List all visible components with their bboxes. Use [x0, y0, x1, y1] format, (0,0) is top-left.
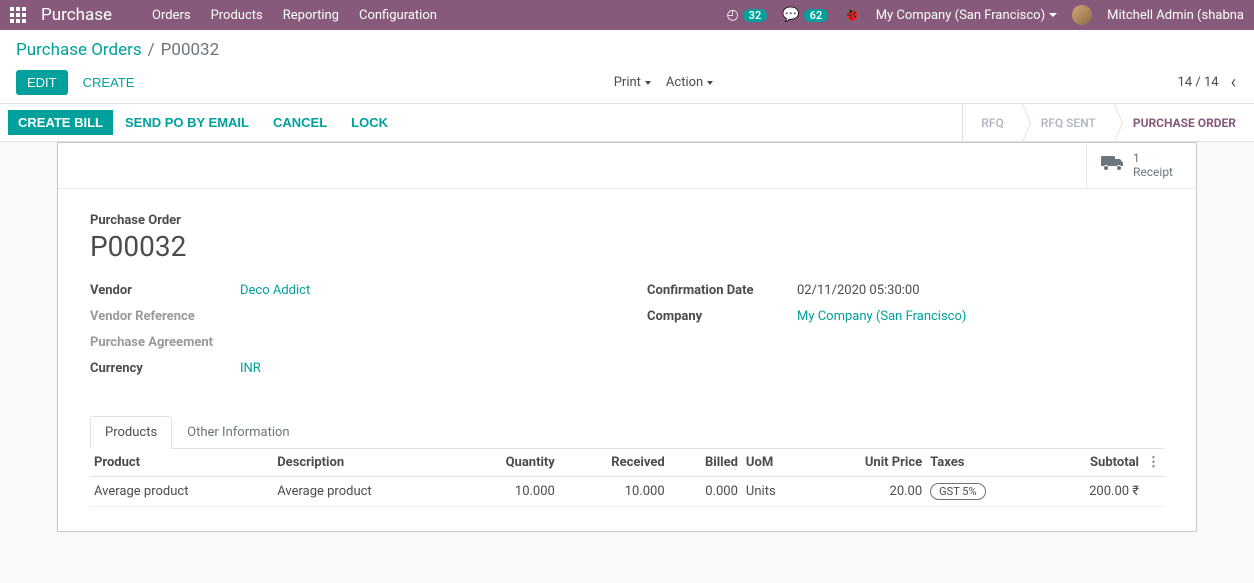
- caret-down-icon: [645, 81, 651, 85]
- th-taxes: Taxes: [926, 449, 1039, 477]
- print-dropdown[interactable]: Print: [614, 75, 651, 90]
- edit-button[interactable]: EDIT: [16, 70, 68, 95]
- cell-product: Average product: [90, 476, 273, 506]
- th-unit-price: Unit Price: [809, 449, 926, 477]
- topbar-right: ◴ 32 💬 62 🐞 My Company (San Francisco) M…: [726, 5, 1244, 25]
- messages-badge: 62: [804, 9, 829, 22]
- tabs: Products Other Information: [90, 415, 1164, 449]
- avatar[interactable]: [1072, 5, 1092, 25]
- nav-menu: Orders Products Reporting Configuration: [152, 8, 437, 23]
- tax-tag: GST 5%: [930, 483, 985, 500]
- create-bill-button[interactable]: CREATE BILL: [8, 110, 113, 135]
- debug-icon[interactable]: 🐞: [843, 7, 860, 23]
- confirm-date-label: Confirmation Date: [647, 283, 797, 303]
- breadcrumb: Purchase Orders / P00032: [16, 40, 219, 60]
- form-col-right: Confirmation Date 02/11/2020 05:30:00 Co…: [647, 283, 1164, 387]
- status-flow: RFQ RFQ SENT PURCHASE ORDER: [962, 104, 1254, 141]
- action-dropdown[interactable]: Action: [666, 75, 713, 90]
- th-subtotal: Subtotal: [1039, 449, 1143, 477]
- app-name[interactable]: Purchase: [41, 5, 112, 25]
- cell-quantity: 10.000: [456, 476, 558, 506]
- table-row[interactable]: Average product Average product 10.000 1…: [90, 476, 1164, 506]
- flow-step-rfq-sent[interactable]: RFQ SENT: [1022, 104, 1114, 141]
- action-label: Action: [666, 75, 703, 90]
- th-received: Received: [559, 449, 669, 477]
- receipt-stat-button[interactable]: 1 Receipt: [1086, 143, 1196, 188]
- nav-configuration[interactable]: Configuration: [359, 8, 437, 23]
- print-label: Print: [614, 75, 641, 90]
- title-label: Purchase Order: [90, 213, 1164, 228]
- activities-badge: 32: [743, 9, 768, 22]
- send-po-button[interactable]: SEND PO BY EMAIL: [113, 110, 261, 135]
- form-container: 1 Receipt Purchase Order P00032 Vendor D…: [0, 142, 1254, 532]
- control-panel: Purchase Orders / P00032 EDIT CREATE Pri…: [0, 30, 1254, 104]
- nav-orders[interactable]: Orders: [152, 8, 191, 23]
- flow-step-rfq[interactable]: RFQ: [962, 104, 1021, 141]
- cell-subtotal: 200.00 ₹: [1039, 476, 1143, 506]
- breadcrumb-parent[interactable]: Purchase Orders: [16, 40, 142, 60]
- truck-icon: [1101, 154, 1125, 176]
- order-lines-table: Product Description Quantity Received Bi…: [90, 449, 1164, 507]
- receipt-count: 1: [1133, 151, 1173, 165]
- cancel-button[interactable]: CANCEL: [261, 110, 339, 135]
- company-value[interactable]: My Company (San Francisco): [797, 309, 1164, 329]
- tab-other-info[interactable]: Other Information: [172, 416, 304, 449]
- flow-step-purchase-order[interactable]: PURCHASE ORDER: [1114, 104, 1254, 141]
- currency-value[interactable]: INR: [240, 361, 607, 381]
- messages-button[interactable]: 💬 62: [782, 7, 828, 23]
- breadcrumb-sep: /: [148, 40, 155, 60]
- nav-reporting[interactable]: Reporting: [283, 8, 339, 23]
- purchase-agreement-label: Purchase Agreement: [90, 335, 240, 355]
- th-product: Product: [90, 449, 273, 477]
- pager-prev[interactable]: ‹: [1229, 70, 1238, 95]
- cell-taxes: GST 5%: [926, 476, 1039, 506]
- cell-unit-price: 20.00: [809, 476, 926, 506]
- purchase-agreement-value: [240, 335, 607, 355]
- clock-icon: ◴: [726, 7, 738, 23]
- vendor-ref-value: [240, 309, 607, 329]
- record-title: P00032: [90, 230, 1164, 263]
- stat-buttons: 1 Receipt: [58, 143, 1196, 189]
- form-sheet: 1 Receipt Purchase Order P00032 Vendor D…: [57, 142, 1197, 532]
- cell-uom: Units: [742, 476, 809, 506]
- company-selector[interactable]: My Company (San Francisco): [876, 8, 1057, 23]
- confirm-date-value: 02/11/2020 05:30:00: [797, 283, 1164, 303]
- breadcrumb-current: P00032: [161, 40, 220, 60]
- company-name: My Company (San Francisco): [876, 8, 1045, 23]
- kebab-icon[interactable]: ⋮: [1147, 455, 1160, 470]
- company-label: Company: [647, 309, 797, 329]
- th-description: Description: [273, 449, 456, 477]
- cell-billed: 0.000: [669, 476, 742, 506]
- vendor-label: Vendor: [90, 283, 240, 303]
- vendor-ref-label: Vendor Reference: [90, 309, 240, 329]
- vendor-value[interactable]: Deco Addict: [240, 283, 607, 303]
- th-quantity: Quantity: [456, 449, 558, 477]
- chat-icon: 💬: [782, 7, 799, 23]
- statusbar: CREATE BILL SEND PO BY EMAIL CANCEL LOCK…: [0, 104, 1254, 142]
- create-button[interactable]: CREATE: [72, 70, 146, 95]
- apps-icon[interactable]: [10, 7, 26, 23]
- topbar: Purchase Orders Products Reporting Confi…: [0, 0, 1254, 30]
- activities-button[interactable]: ◴ 32: [726, 7, 767, 23]
- nav-products[interactable]: Products: [211, 8, 263, 23]
- cell-description: Average product: [273, 476, 456, 506]
- form-col-left: Vendor Deco Addict Vendor Reference Purc…: [90, 283, 607, 387]
- caret-down-icon: [707, 81, 713, 85]
- currency-label: Currency: [90, 361, 240, 381]
- th-uom: UoM: [742, 449, 809, 477]
- receipt-label: Receipt: [1133, 165, 1173, 179]
- tab-products[interactable]: Products: [90, 416, 172, 449]
- caret-down-icon: [1049, 13, 1057, 17]
- pager[interactable]: 14 / 14: [1178, 75, 1219, 90]
- user-menu[interactable]: Mitchell Admin (shabna: [1107, 8, 1244, 23]
- lock-button[interactable]: LOCK: [339, 110, 400, 135]
- th-billed: Billed: [669, 449, 742, 477]
- cell-received: 10.000: [559, 476, 669, 506]
